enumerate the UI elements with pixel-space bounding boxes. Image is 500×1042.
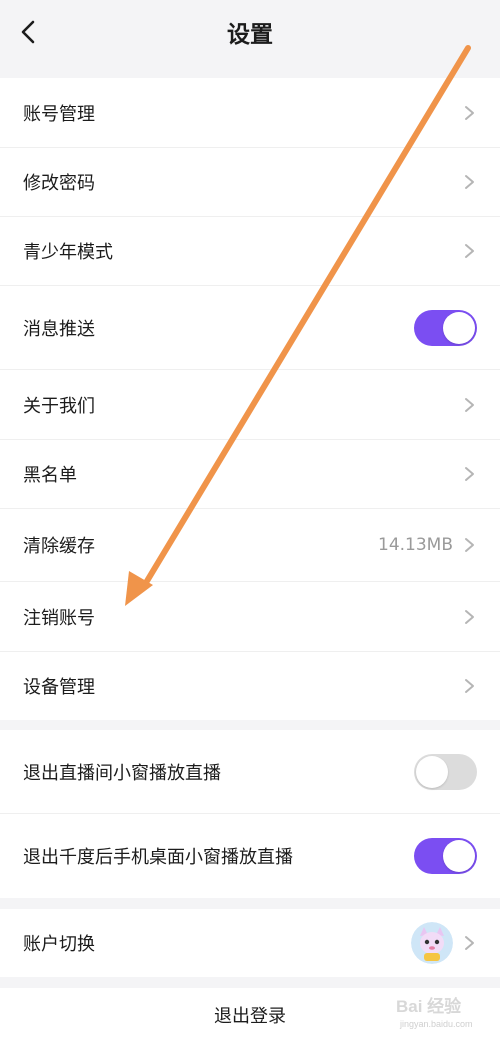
cancel-account-label: 注销账号 <box>23 607 95 629</box>
change-password-item[interactable]: 修改密码 <box>0 148 500 217</box>
blacklist-label: 黑名单 <box>23 465 77 486</box>
chevron-right-icon <box>465 609 474 624</box>
cartoon-avatar-icon <box>411 922 453 964</box>
settings-group-pip: 退出直播间小窗播放直播 退出千度后手机桌面小窗播放直播 <box>0 730 500 898</box>
about-us-item[interactable]: 关于我们 <box>0 370 500 440</box>
page-title: 设置 <box>227 22 273 48</box>
chevron-right-icon <box>465 936 474 950</box>
chevron-right-icon <box>465 175 474 189</box>
toggle-knob <box>443 311 475 344</box>
toggle-knob <box>416 755 448 788</box>
exit-room-pip-toggle[interactable] <box>414 753 477 790</box>
chevron-right-icon <box>465 679 474 693</box>
settings-group-main: 账号管理 修改密码 青少年模式 消息推送 关于我们 黑名单 清除缓存 14.13… <box>0 78 500 720</box>
switch-account-label: 账户切换 <box>23 934 95 955</box>
clear-cache-item[interactable]: 清除缓存 14.13MB <box>0 509 500 582</box>
push-notifications-toggle[interactable] <box>414 309 477 346</box>
change-password-label: 修改密码 <box>23 173 95 194</box>
exit-app-pip-item: 退出千度后手机桌面小窗播放直播 <box>0 814 500 898</box>
logout-label: 退出登录 <box>214 1006 286 1027</box>
settings-group-account: 账户切换 <box>0 909 500 977</box>
exit-app-pip-label: 退出千度后手机桌面小窗播放直播 <box>23 847 293 868</box>
exit-room-pip-label: 退出直播间小窗播放直播 <box>23 762 221 784</box>
chevron-right-icon <box>465 467 474 481</box>
teen-mode-label: 青少年模式 <box>23 242 113 263</box>
chevron-right-icon <box>465 538 474 552</box>
clear-cache-label: 清除缓存 <box>23 536 95 557</box>
chevron-right-icon <box>465 244 474 258</box>
header-bar: 设置 <box>0 0 500 66</box>
exit-room-pip-item: 退出直播间小窗播放直播 <box>0 730 500 814</box>
switch-account-item[interactable]: 账户切换 <box>0 909 500 977</box>
push-notifications-label: 消息推送 <box>23 318 95 340</box>
logout-button[interactable]: 退出登录 <box>0 988 500 1042</box>
exit-app-pip-toggle[interactable] <box>414 838 477 874</box>
device-management-item[interactable]: 设备管理 <box>0 652 500 720</box>
about-us-label: 关于我们 <box>23 395 95 417</box>
cancel-account-item[interactable]: 注销账号 <box>0 582 500 652</box>
push-notifications-item: 消息推送 <box>0 286 500 370</box>
account-management-item[interactable]: 账号管理 <box>0 78 500 148</box>
cache-size-value: 14.13MB <box>378 535 453 555</box>
device-management-label: 设备管理 <box>23 677 95 698</box>
teen-mode-item[interactable]: 青少年模式 <box>0 217 500 286</box>
toggle-knob <box>443 840 475 872</box>
chevron-right-icon <box>465 105 474 120</box>
blacklist-item[interactable]: 黑名单 <box>0 440 500 509</box>
account-management-label: 账号管理 <box>23 103 95 125</box>
chevron-right-icon <box>465 397 474 412</box>
